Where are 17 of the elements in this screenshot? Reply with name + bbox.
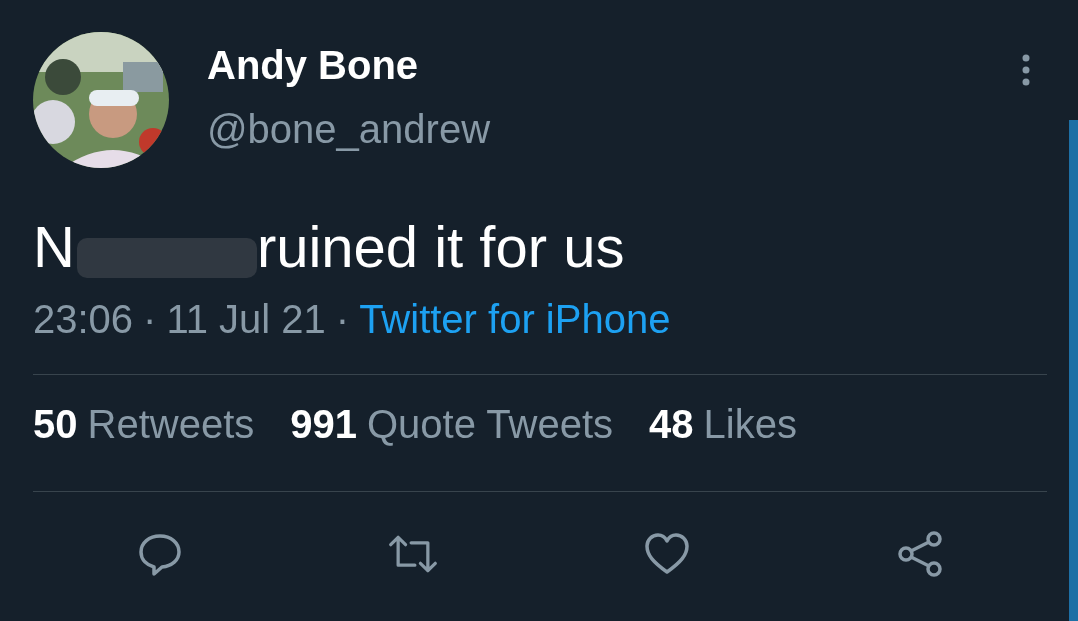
author-handle[interactable]: @bone_andrew [207, 104, 491, 154]
separator-dot: · [335, 296, 350, 343]
source-link[interactable]: Twitter for iPhone [359, 294, 671, 344]
stat-label[interactable]: Quote Tweets [367, 387, 614, 461]
stat-label[interactable]: Retweets [87, 387, 255, 461]
tweet-date: 11 Jul 21 [166, 296, 326, 343]
stat-label[interactable]: Likes [703, 387, 797, 461]
scrollbar[interactable] [1069, 120, 1078, 621]
more-options-icon[interactable] [1022, 54, 1030, 86]
separator-dot: · [143, 296, 157, 343]
stat-count[interactable]: 991 [290, 387, 357, 461]
author-name[interactable]: Andy Bone [207, 40, 491, 90]
tweet-text: ruined it for us [256, 213, 625, 281]
stat-count[interactable]: 48 [649, 387, 694, 461]
stat-count[interactable]: 50 [33, 387, 78, 461]
tweet-text: N [33, 213, 75, 281]
tweet-time: 23:06 [33, 296, 134, 343]
